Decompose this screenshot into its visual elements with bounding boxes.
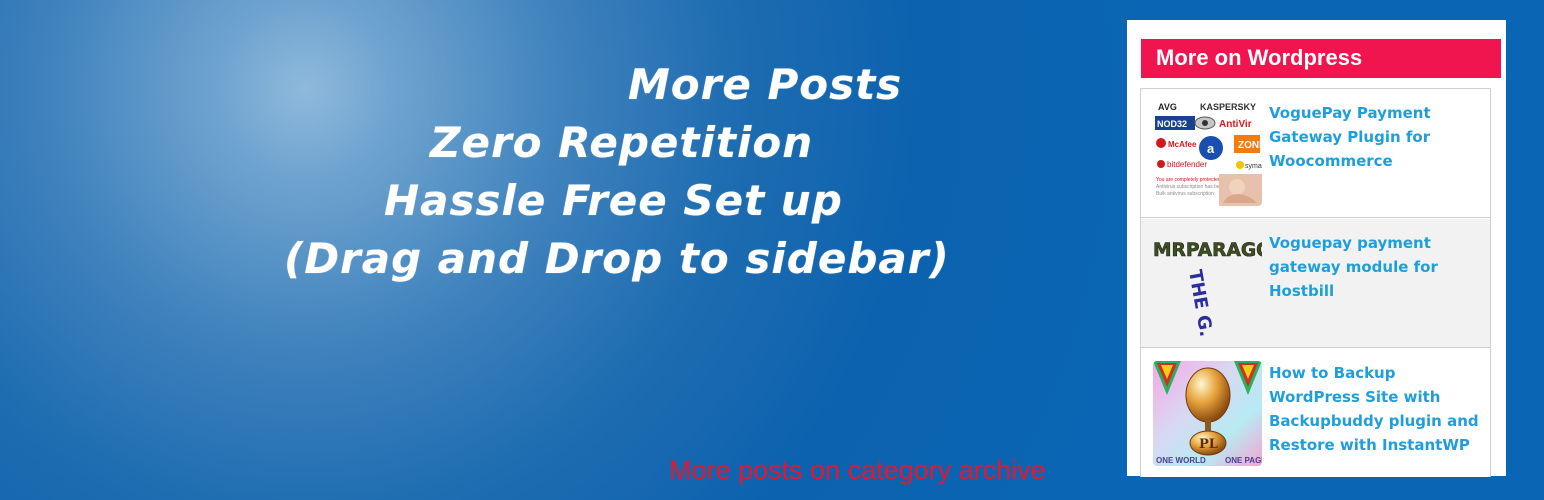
post-item[interactable]: AVG KASPERSKY NOD32 AntiVir McAfee a ZON… (1141, 89, 1490, 218)
post-title-link[interactable]: VoguePay Payment Gateway Plugin for Wooc… (1269, 101, 1487, 173)
widget-title: More on Wordpress (1156, 45, 1363, 70)
svg-text:McAfee: McAfee (1168, 140, 1197, 149)
svg-text:Antivirus subscription has bee: Antivirus subscription has been (1156, 184, 1225, 190)
post-item[interactable]: PL ONE WORLD ONE PAGE How to Backup Word… (1141, 349, 1490, 477)
svg-text:bitdefender: bitdefender (1167, 160, 1207, 169)
svg-text:symantec: symantec (1245, 163, 1262, 170)
svg-text:ONE PAGE: ONE PAGE (1225, 456, 1262, 465)
svg-text:ONE WORLD: ONE WORLD (1156, 456, 1206, 465)
svg-text:AVG: AVG (1158, 102, 1177, 112)
category-archive-link[interactable]: More posts on category archive (669, 455, 1046, 486)
svg-text:NOD32: NOD32 (1157, 119, 1187, 129)
svg-text:ZONE: ZONE (1238, 140, 1262, 151)
hero-line-drag-drop: (Drag and Drop to sidebar) (284, 234, 950, 283)
svg-text:a: a (1207, 141, 1215, 156)
post-item[interactable]: MRPARAGON THE G.E.E.K Voguepay payment g… (1141, 219, 1490, 348)
post-title-link[interactable]: Voguepay payment gateway module for Host… (1269, 231, 1487, 303)
sidebar-widget: More on Wordpress AVG KASPERSKY NOD32 An… (1127, 20, 1506, 477)
svg-text:KASPERSKY: KASPERSKY (1200, 102, 1256, 112)
antivirus-logos-thumbnail[interactable]: AVG KASPERSKY NOD32 AntiVir McAfee a ZON… (1153, 101, 1262, 206)
mrparagon-geek-logo-thumbnail[interactable]: MRPARAGON THE G.E.E.K (1153, 231, 1262, 336)
svg-text:Bulk antivirus subscription: Bulk antivirus subscription (1156, 191, 1214, 197)
hero-banner: More Posts Zero Repetition Hassle Free S… (0, 0, 1120, 500)
post-list: AVG KASPERSKY NOD32 AntiVir McAfee a ZON… (1140, 88, 1491, 477)
svg-text:MRPARAGON: MRPARAGON (1153, 240, 1262, 261)
pl-one-world-one-page-logo-thumbnail[interactable]: PL ONE WORLD ONE PAGE (1153, 361, 1262, 466)
post-title-link[interactable]: How to Backup WordPress Site with Backup… (1269, 361, 1487, 457)
hero-line-hassle-free: Hassle Free Set up (384, 176, 843, 225)
svg-text:PL: PL (1199, 437, 1218, 452)
hero-line-zero-repetition: Zero Repetition (430, 118, 814, 167)
svg-text:You are completely protected: You are completely protected (1156, 177, 1221, 183)
hero-line-more-posts: More Posts (628, 60, 903, 109)
widget-header: More on Wordpress (1141, 39, 1501, 78)
svg-text:AntiVir: AntiVir (1219, 119, 1252, 130)
